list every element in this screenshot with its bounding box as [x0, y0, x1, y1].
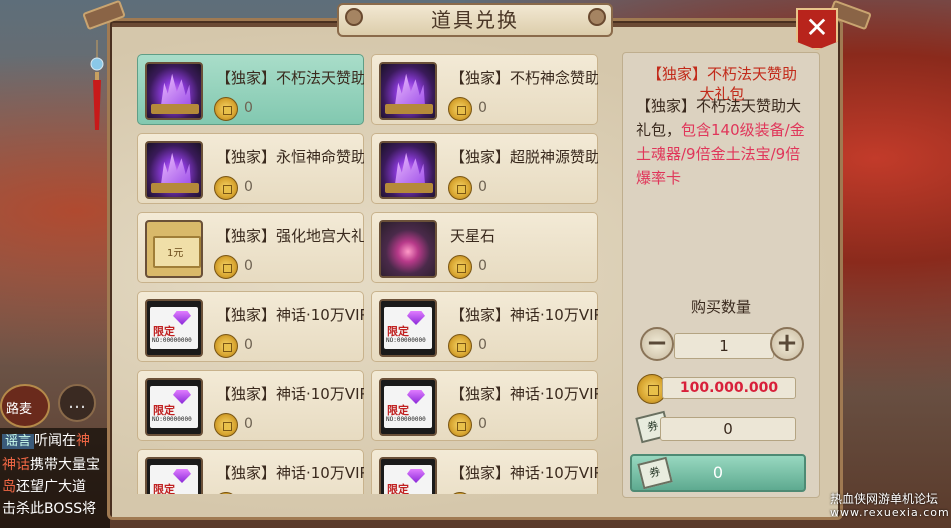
item-name: 【独家】神话·10万VIP [216, 385, 364, 403]
item-name: 【独家】神话·10万VIP [216, 306, 364, 324]
coin-icon [448, 255, 472, 279]
limited-card-icon: 限定NO:00000000 [379, 299, 437, 357]
quantity-label: 购买数量 [690, 298, 751, 316]
limited-card-icon: 限定NO:00000000 [145, 457, 203, 494]
ticket-icon [145, 220, 203, 278]
purple-crystal-icon [145, 62, 203, 120]
coin-icon [214, 413, 238, 437]
item-tile[interactable]: 限定NO:00000000 【独家】神话·10万VIP 0 [137, 291, 364, 362]
coin-icon [214, 492, 238, 494]
item-tile[interactable]: 限定NO:00000000【独家】神话·10万VIP0 [137, 449, 364, 494]
item-price: 0 [478, 100, 487, 116]
item-price: 0 [244, 416, 253, 432]
item-name: 【独家】神话·10万VIP [450, 385, 598, 403]
item-name: 【独家】不朽神念赞助大礼包 [450, 69, 598, 87]
item-name: 【独家】超脱神源赞助大礼包 [450, 148, 598, 166]
item-tile[interactable]: 【独家】强化地宫大礼包 0 [137, 212, 364, 283]
coin-icon [214, 255, 238, 279]
purple-crystal-icon [145, 141, 203, 199]
item-name: 【独家】神话·10万VIP [216, 464, 364, 482]
item-tile[interactable]: 限定NO:00000000【独家】神话·10万VIP0 [371, 449, 598, 494]
coin-icon [448, 413, 472, 437]
item-name: 【独家】强化地宫大礼包 [216, 227, 364, 245]
item-tile[interactable]: 【独家】不朽神念赞助大礼包 0 [371, 54, 598, 125]
coin-icon [448, 334, 472, 358]
item-price: 0 [244, 337, 253, 353]
limited-card-icon: 限定NO:00000000 [145, 378, 203, 436]
chat-line: 击杀此BOSS将 [2, 501, 97, 517]
item-price: 0 [478, 179, 487, 195]
item-price: 0 [244, 100, 253, 116]
item-tile[interactable]: 限定NO:00000000 【独家】神话·10万VIP 0 [371, 291, 598, 362]
purple-crystal-icon [379, 141, 437, 199]
coin-icon [448, 176, 472, 200]
coin-icon [214, 176, 238, 200]
coin-icon [214, 334, 238, 358]
chat-bubble-button[interactable]: … [58, 384, 96, 422]
quantity-input[interactable]: 1 [674, 333, 774, 359]
item-price: 0 [478, 337, 487, 353]
item-tile[interactable]: 天星石 0 [371, 212, 598, 283]
close-button[interactable]: ✕ [796, 8, 838, 50]
item-tile[interactable]: 【独家】不朽法天赞助大礼包 0 [137, 54, 364, 125]
buy-button-value: 0 [712, 463, 724, 482]
item-price: 0 [478, 258, 487, 274]
item-name: 【独家】永恒神命赞助大礼包 [216, 148, 364, 166]
coupon-cost-value: 0 [660, 417, 796, 441]
item-name: 【独家】神话·10万VIP [450, 464, 598, 482]
chat-channel-tag: 谣言 [2, 434, 35, 449]
item-list[interactable]: 【独家】不朽法天赞助大礼包0【独家】不朽神念赞助大礼包0【独家】永恒神命赞助大礼… [137, 54, 607, 494]
increase-quantity-button[interactable]: + [770, 327, 804, 361]
item-name: 天星石 [450, 227, 496, 245]
chat-line: 岛还望广大道 [2, 479, 86, 495]
item-tile[interactable]: 【独家】超脱神源赞助大礼包 0 [371, 133, 598, 204]
watermark: 热血侠网游单机论坛 www.rexuexia.com [830, 492, 950, 519]
item-price: 0 [244, 179, 253, 195]
chat-line: 谣言 听闻在神 [2, 430, 90, 450]
item-name: 【独家】神话·10万VIP [450, 306, 598, 324]
star-stone-icon [379, 220, 437, 278]
title-ornament-icon [588, 8, 606, 26]
limited-card-icon: 限定NO:00000000 [145, 299, 203, 357]
item-price: 0 [478, 416, 487, 432]
coin-icon [214, 97, 238, 121]
item-price: 0 [244, 258, 253, 274]
purple-crystal-icon [379, 62, 437, 120]
item-tile[interactable]: 限定NO:00000000 【独家】神话·10万VIP 0 [137, 370, 364, 441]
coin-icon [448, 492, 472, 494]
decrease-quantity-button[interactable]: − [640, 327, 674, 361]
window-title: 道具兑换 [337, 3, 613, 37]
tassel-ornament-icon [90, 40, 104, 130]
limited-card-icon: 限定NO:00000000 [379, 378, 437, 436]
coin-cost-value: 100.000.000 [662, 377, 796, 399]
item-name: 【独家】不朽法天赞助大礼包 [216, 69, 364, 87]
avatar-name: 路麦 [6, 402, 33, 417]
title-ornament-icon [345, 8, 363, 26]
coin-icon [448, 97, 472, 121]
chat-line: 神话携带大量宝 [2, 457, 100, 473]
limited-card-icon: 限定NO:00000000 [379, 457, 437, 494]
item-tile[interactable]: 【独家】永恒神命赞助大礼包 0 [137, 133, 364, 204]
item-detail-description: 【独家】不朽法天赞助大礼包，包含140级装备/金土魂器/9倍金土法宝/9倍爆率卡 [636, 97, 805, 187]
item-tile[interactable]: 限定NO:00000000 【独家】神话·10万VIP 0 [371, 370, 598, 441]
